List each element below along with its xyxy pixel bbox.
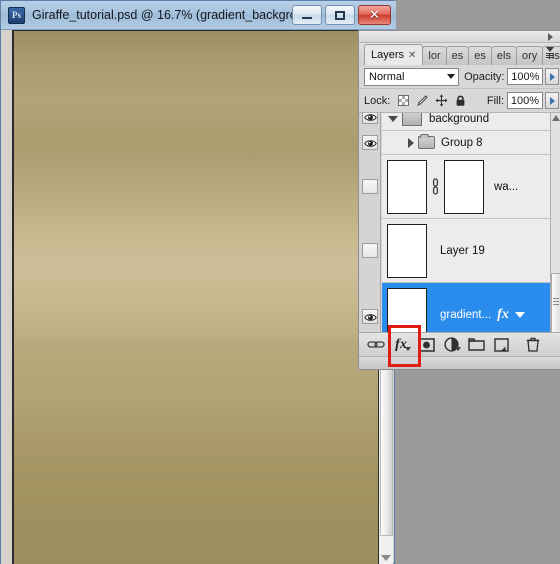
layer-name-group-8: Group 8 [441,136,483,149]
panel-drag-bar[interactable] [359,31,560,43]
delete-layer-icon[interactable] [522,335,544,355]
group-thumbnail [402,113,422,126]
layer-style-fx-icon[interactable]: fx [390,335,412,355]
tab-color-label: lor [428,50,441,62]
table-row[interactable]: wa... [382,155,550,219]
table-row[interactable]: Layer 19 [382,219,550,283]
chevron-down-icon [455,346,461,351]
panel-tab-row: Layers ✕ lor es es els ory ns [359,43,560,65]
layer-mask-thumbnail[interactable] [444,159,484,214]
document-left-gutter [1,30,12,564]
add-layer-mask-icon[interactable] [415,335,437,355]
visibility-toggle-group-8[interactable] [362,135,378,150]
tab-color[interactable]: lor [422,46,447,65]
tab-history-label: ory [521,50,538,62]
eye-icon [364,311,377,323]
chevron-down-icon [405,346,411,351]
layer-thumbnail[interactable] [387,223,427,278]
lock-row: Lock: Fill: 100% [359,89,560,113]
layer-name-layer-19: Layer 19 [440,244,485,257]
lock-label: Lock: [364,94,391,107]
document-titlebar[interactable]: Ps Giraffe_tutorial.psd @ 16.7% (gradien… [1,1,396,30]
layers-list-scrollbar[interactable] [550,113,560,356]
tab-channels-label: els [496,50,511,62]
lock-transparency-icon[interactable] [396,94,410,108]
fill-label: Fill: [486,94,504,107]
layers-panel: Layers ✕ lor es es els ory ns Normal Opa… [358,30,560,370]
panel-footer [359,356,560,369]
chevron-down-icon [546,47,554,52]
lock-all-icon[interactable] [453,94,467,108]
lock-position-icon[interactable] [434,94,448,108]
eye-icon [364,137,377,149]
layer-name-background: background [429,113,490,125]
lock-image-icon[interactable] [415,94,429,108]
tab-paths-label: es [474,50,486,62]
maximize-button[interactable] [325,5,355,25]
table-row[interactable]: background [382,113,550,131]
blend-mode-select[interactable]: Normal [364,67,460,86]
fill-input[interactable]: 100% [507,92,543,109]
opacity-slider-button[interactable] [545,68,559,85]
document-window: Ps Giraffe_tutorial.psd @ 16.7% (gradien… [0,0,396,564]
layer-thumbnail[interactable] [387,159,427,214]
eye-icon [364,113,377,123]
minimize-icon [302,17,312,19]
photoshop-icon: Ps [8,6,25,24]
chevron-down-icon [447,74,456,79]
layer-effects-fx-icon[interactable]: fx [497,307,509,323]
visibility-toggle-wa[interactable] [362,179,378,194]
tab-channels[interactable]: els [490,46,517,65]
chevron-down-icon[interactable] [388,115,398,122]
tab-layers-label: Layers [371,49,405,61]
tab-styles[interactable]: es [445,46,470,65]
fill-value: 100% [510,94,540,107]
chevron-right-icon[interactable] [408,137,414,148]
opacity-label: Opacity: [464,70,505,83]
tab-close-icon[interactable]: ✕ [408,50,416,61]
blend-mode-row: Normal Opacity: 100% [359,65,560,89]
chevron-down-icon[interactable] [514,311,525,318]
visibility-column [359,113,381,356]
fill-slider-button[interactable] [545,92,559,109]
close-icon: ✕ [369,7,380,23]
new-layer-icon[interactable] [490,335,512,355]
link-layers-icon[interactable] [365,335,387,355]
folder-icon [418,134,435,149]
panel-menu-button[interactable] [542,44,558,62]
scrollbar-grip-icon [553,298,559,307]
chevron-right-icon [549,72,555,81]
maximize-icon [335,10,345,20]
minimize-button[interactable] [292,5,322,25]
new-adjustment-layer-icon[interactable] [440,335,462,355]
tab-paths[interactable]: es [468,46,492,65]
new-group-icon[interactable] [465,335,487,355]
visibility-toggle-layer-19[interactable] [362,243,378,258]
close-button[interactable]: ✕ [358,5,391,25]
visibility-toggle-gradient[interactable] [362,309,378,324]
scroll-down-arrow-icon[interactable] [381,555,391,561]
chevron-right-icon [549,96,555,105]
tab-styles-label: es [451,50,464,62]
layer-rows: background Group 8 wa... Layer 19 gradie… [382,113,550,356]
tab-history[interactable]: ory [515,46,544,65]
visibility-toggle-background[interactable] [362,113,378,124]
mask-link-icon[interactable] [430,177,441,197]
scroll-up-arrow-icon[interactable] [552,115,560,121]
layers-list[interactable]: background Group 8 wa... Layer 19 gradie… [359,113,560,356]
menu-bars-icon [546,53,554,59]
canvas-gradient-image [14,31,380,564]
panel-collapse-icon[interactable] [548,33,553,41]
opacity-value: 100% [511,70,540,83]
table-row[interactable]: Group 8 [382,131,550,155]
window-controls: ✕ [292,5,391,25]
canvas-area[interactable] [12,30,380,564]
layer-name-gradient: gradient... [440,308,492,321]
tab-layers[interactable]: Layers ✕ [364,44,424,65]
layers-panel-toolbar: fx [359,332,560,356]
layer-name-wa: wa... [494,180,519,193]
document-title: Giraffe_tutorial.psd @ 16.7% (gradient_b… [32,8,308,22]
opacity-input[interactable]: 100% [507,68,544,85]
blend-mode-value: Normal [369,70,405,83]
